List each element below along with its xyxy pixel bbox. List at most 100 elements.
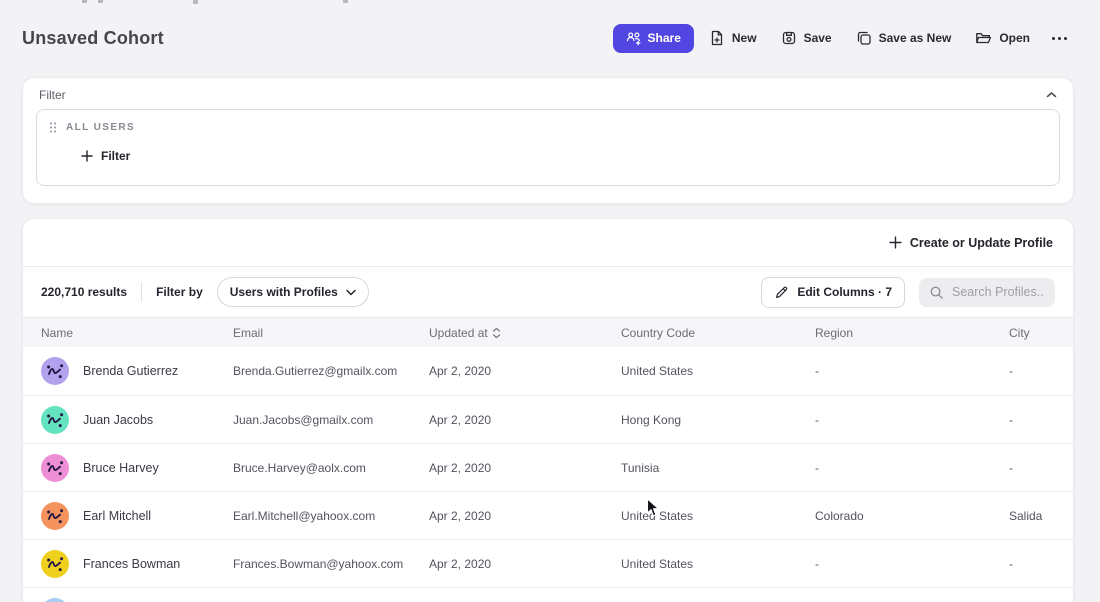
clipped-breadcrumb-remnant	[343, 0, 348, 3]
save-button[interactable]: Save	[772, 23, 841, 53]
open-button-label: Open	[999, 31, 1030, 45]
table-row[interactable]: Juan Jacobs Juan.Jacobs@gmailx.com Apr 2…	[23, 395, 1073, 443]
plus-icon	[889, 236, 902, 249]
results-count: 220,710 results	[41, 285, 127, 299]
avatar	[41, 357, 69, 385]
profile-region: -	[815, 364, 1009, 378]
edit-columns-label: Edit Columns · 7	[797, 285, 892, 299]
create-or-update-profile-button[interactable]: Create or Update Profile	[889, 236, 1053, 250]
column-header-region[interactable]: Region	[815, 326, 1009, 340]
all-users-label: ALL USERS	[66, 122, 135, 133]
save-button-label: Save	[804, 31, 832, 45]
add-filter-label: Filter	[101, 149, 130, 163]
avatar	[41, 406, 69, 434]
profile-name-cell: Bruce Harvey	[41, 454, 233, 482]
top-bar: Unsaved Cohort Share	[22, 6, 1074, 70]
table-row[interactable]: Bruce Harvey Bruce.Harvey@aolx.com Apr 2…	[23, 443, 1073, 491]
profile-city: -	[1009, 461, 1073, 475]
more-options-button[interactable]	[1045, 29, 1074, 48]
profile-city: -	[1009, 413, 1073, 427]
search-profiles-box	[919, 278, 1055, 307]
new-button[interactable]: New	[700, 23, 766, 53]
add-filter-button[interactable]: Filter	[81, 149, 130, 163]
profile-email: Bruce.Harvey@aolx.com	[233, 461, 429, 475]
table-body: Brenda Gutierrez Brenda.Gutierrez@gmailx…	[23, 347, 1073, 602]
column-header-email[interactable]: Email	[233, 326, 429, 340]
profile-name: Brenda Gutierrez	[83, 364, 178, 378]
profile-email: Earl.Mitchell@yahoox.com	[233, 509, 429, 523]
column-header-country-code[interactable]: Country Code	[621, 326, 815, 340]
profile-country-code: United States	[621, 364, 815, 378]
profile-name: Earl Mitchell	[83, 509, 151, 523]
profile-type-dropdown[interactable]: Users with Profiles	[217, 277, 369, 307]
open-button[interactable]: Open	[966, 23, 1039, 53]
profile-region: -	[815, 461, 1009, 475]
save-icon	[781, 30, 797, 46]
results-toolbar: 220,710 results Filter by Users with Pro…	[23, 267, 1073, 317]
clipped-breadcrumb-remnant	[98, 0, 103, 3]
clipped-breadcrumb-remnant	[193, 0, 198, 4]
share-button-label: Share	[648, 31, 681, 45]
profiles-panel: Create or Update Profile 220,710 results…	[22, 218, 1074, 602]
copy-icon	[856, 30, 872, 46]
column-header-name[interactable]: Name	[41, 326, 233, 340]
profile-name-cell: Juan Jacobs	[41, 406, 233, 434]
filter-group: ALL USERS Filter	[36, 109, 1060, 186]
profile-name: Frances Bowman	[83, 557, 180, 571]
new-button-label: New	[732, 31, 757, 45]
clipped-breadcrumb-remnant	[82, 0, 87, 3]
plus-icon	[81, 150, 93, 162]
profile-name-cell	[41, 598, 233, 602]
column-header-updated-at[interactable]: Updated at	[429, 326, 621, 340]
profile-country-code: Hong Kong	[621, 413, 815, 427]
profile-name-cell: Brenda Gutierrez	[41, 357, 233, 385]
header-actions: Share New Save	[613, 23, 1074, 53]
create-or-update-profile-label: Create or Update Profile	[910, 236, 1053, 250]
filter-by-label: Filter by	[156, 285, 203, 299]
drag-handle-icon[interactable]	[49, 121, 57, 134]
search-profiles-input[interactable]	[952, 285, 1045, 299]
table-row[interactable]: Frances Bowman Frances.Bowman@yahoox.com…	[23, 539, 1073, 587]
profile-region: Colorado	[815, 509, 1009, 523]
chevron-down-icon	[346, 289, 356, 296]
share-button[interactable]: Share	[613, 24, 694, 53]
profile-email: Juan.Jacobs@gmailx.com	[233, 413, 429, 427]
divider	[141, 282, 142, 302]
column-header-city[interactable]: City	[1009, 326, 1073, 340]
profile-updated-at: Apr 2, 2020	[429, 461, 621, 475]
save-as-new-button[interactable]: Save as New	[847, 23, 961, 53]
profile-name-cell: Frances Bowman	[41, 550, 233, 578]
profile-updated-at: Apr 2, 2020	[429, 413, 621, 427]
search-icon	[929, 285, 944, 300]
sort-arrows-icon	[492, 327, 501, 339]
share-people-icon	[626, 31, 641, 46]
table-row[interactable]: Brenda Gutierrez Brenda.Gutierrez@gmailx…	[23, 347, 1073, 395]
profile-country-code: United States	[621, 509, 815, 523]
table-row[interactable]: Earl Mitchell Earl.Mitchell@yahoox.com A…	[23, 491, 1073, 539]
edit-columns-button[interactable]: Edit Columns · 7	[761, 277, 905, 308]
table-row[interactable]	[23, 587, 1073, 602]
new-document-icon	[709, 30, 725, 46]
collapse-chevron-up-icon[interactable]	[1046, 91, 1057, 99]
profile-region: -	[815, 557, 1009, 571]
page-title: Unsaved Cohort	[22, 28, 164, 49]
filter-panel: Filter ALL USERS Filter	[22, 77, 1074, 204]
ellipsis-icon	[1051, 36, 1068, 41]
profile-name-cell: Earl Mitchell	[41, 502, 233, 530]
profile-city: -	[1009, 364, 1073, 378]
avatar	[41, 550, 69, 578]
profile-updated-at: Apr 2, 2020	[429, 509, 621, 523]
filter-panel-title: Filter	[39, 88, 66, 102]
profile-country-code: Tunisia	[621, 461, 815, 475]
profile-city: -	[1009, 557, 1073, 571]
avatar	[41, 454, 69, 482]
folder-open-icon	[975, 30, 992, 46]
profile-type-dropdown-value: Users with Profiles	[230, 285, 338, 299]
save-as-new-button-label: Save as New	[879, 31, 952, 45]
profile-name: Juan Jacobs	[83, 413, 153, 427]
profile-name: Bruce Harvey	[83, 461, 159, 475]
profile-updated-at: Apr 2, 2020	[429, 364, 621, 378]
profile-region: -	[815, 413, 1009, 427]
pencil-icon	[774, 285, 789, 300]
profile-email: Frances.Bowman@yahoox.com	[233, 557, 429, 571]
